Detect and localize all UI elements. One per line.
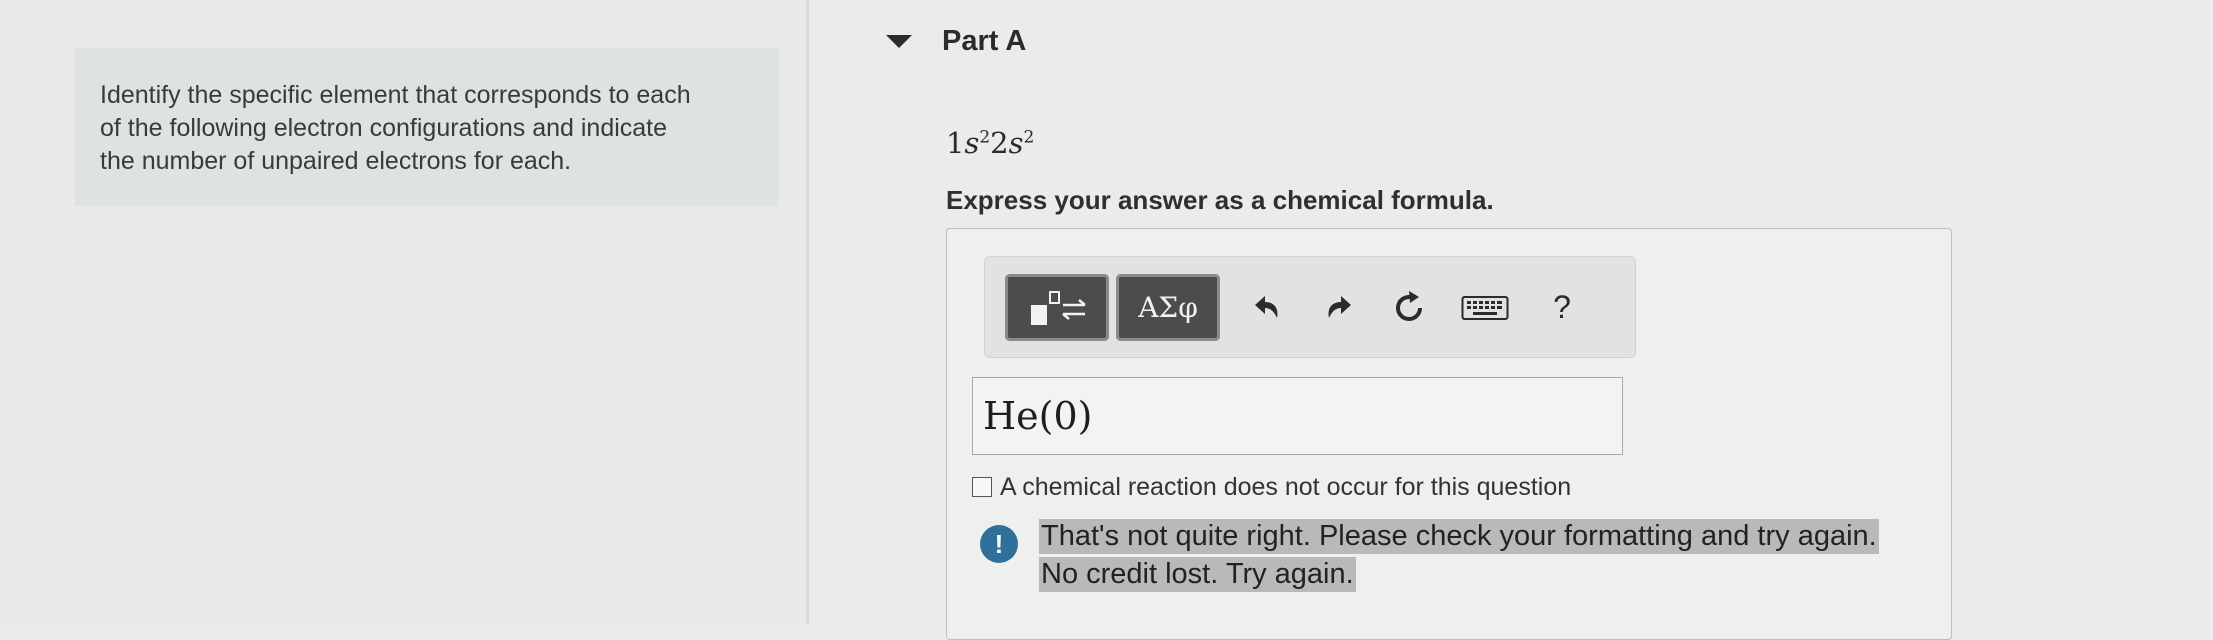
intro-text: Identify the specific element that corre… xyxy=(100,79,760,178)
no-reaction-checkbox[interactable] xyxy=(972,477,992,497)
undo-button[interactable] xyxy=(1240,274,1294,341)
intro-line: Identify the specific element that corre… xyxy=(100,81,691,109)
config-n2: 2 xyxy=(990,126,1009,160)
part-title: Part A xyxy=(942,24,1027,57)
instruction-text: Express your answer as a chemical formul… xyxy=(946,185,1494,215)
intro-line: the number of unpaired electrons for eac… xyxy=(100,147,572,175)
feedback-line-1: That's not quite right. Please check you… xyxy=(1039,519,1879,554)
equation-toolbar: ΑΣφ ? xyxy=(984,256,1636,358)
part-a-header[interactable]: Part A xyxy=(886,16,1026,66)
config-e1: 2 xyxy=(979,127,991,148)
redo-button[interactable] xyxy=(1312,274,1366,341)
reset-icon xyxy=(1396,290,1422,321)
templates-icon xyxy=(1031,290,1086,325)
keyboard-icon xyxy=(1461,295,1509,320)
symbols-button[interactable]: ΑΣφ xyxy=(1116,274,1220,341)
no-reaction-label: A chemical reaction does not occur for t… xyxy=(1000,472,1572,501)
undo-icon xyxy=(1255,295,1278,318)
intro-line: of the following electron configurations… xyxy=(100,114,668,142)
no-reaction-option[interactable]: A chemical reaction does not occur for t… xyxy=(972,470,1571,504)
config-l1: s xyxy=(964,126,980,160)
feedback-line-2: No credit lost. Try again. xyxy=(1039,557,1356,592)
redo-icon xyxy=(1328,295,1351,318)
templates-button[interactable] xyxy=(1005,274,1109,341)
reset-button[interactable] xyxy=(1382,274,1436,341)
collapse-caret-icon[interactable] xyxy=(886,34,912,48)
alert-icon: ! xyxy=(980,525,1018,563)
config-e2: 2 xyxy=(1023,127,1035,148)
column-divider xyxy=(806,0,809,624)
config-n1: 1 xyxy=(946,126,965,160)
answer-input[interactable]: He(0) xyxy=(972,377,1623,455)
help-button[interactable]: ? xyxy=(1535,274,1589,341)
config-l2: s xyxy=(1008,126,1024,160)
keyboard-button[interactable] xyxy=(1452,274,1518,341)
answer-panel: ΑΣφ ? He(0) A chemical reaction does not… xyxy=(946,228,1952,640)
intro-box: Identify the specific element that corre… xyxy=(75,48,778,206)
electron-configuration: 1s22s2 xyxy=(946,126,1034,160)
